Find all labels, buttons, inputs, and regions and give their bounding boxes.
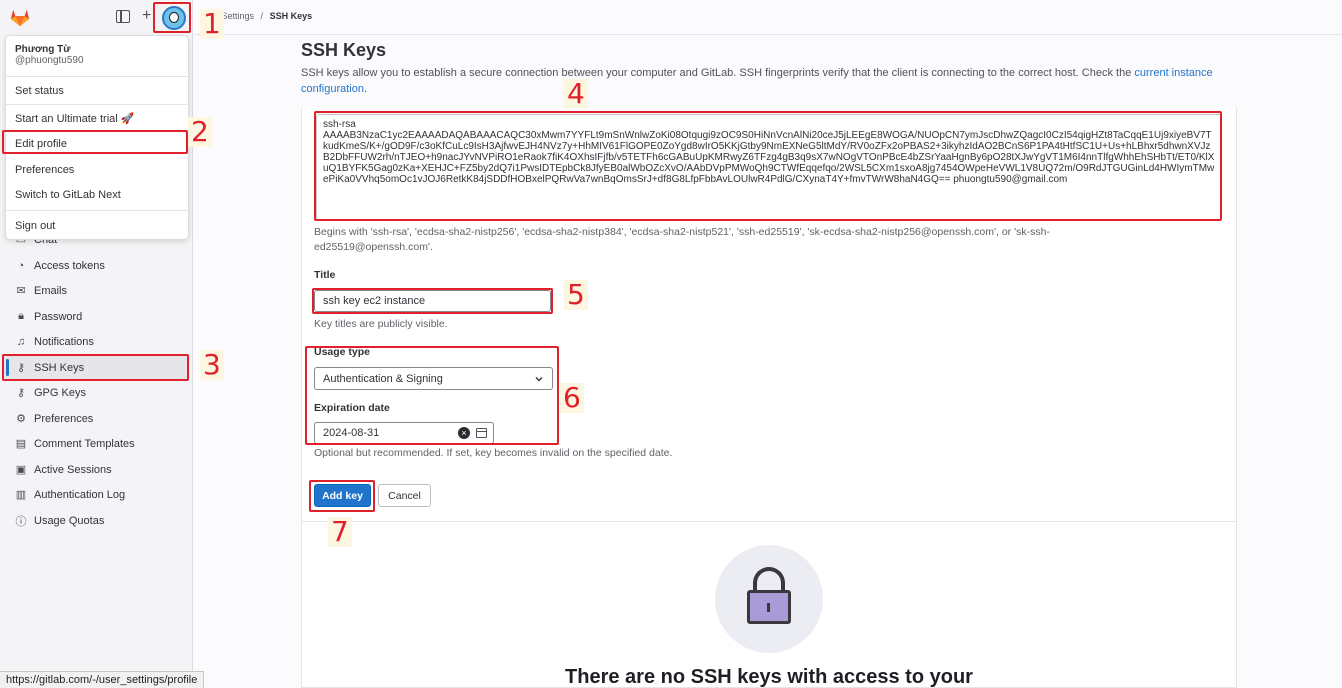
menu-divider xyxy=(6,210,190,211)
annotation-number-5: 5 xyxy=(564,280,588,310)
title-label: Title xyxy=(314,269,336,281)
menu-divider xyxy=(6,76,190,77)
annotation-number-6: 6 xyxy=(560,383,584,413)
sidebar-item-notifications[interactable]: ♫ Notifications xyxy=(4,329,188,354)
monitor-icon: ▣ xyxy=(15,464,27,476)
annotation-box-1 xyxy=(153,2,191,33)
token-icon: ◔ xyxy=(17,259,25,272)
status-bar-url: https://gitlab.com/-/user_settings/profi… xyxy=(0,671,205,688)
breadcrumb-current[interactable]: SSH Keys xyxy=(270,11,313,21)
page-title: SSH Keys xyxy=(301,40,387,60)
comment-icon: ▤ xyxy=(15,438,27,450)
user-handle[interactable]: @phuongtu590 xyxy=(15,55,84,66)
key-icon: ⚷ xyxy=(16,387,26,399)
page-description: SSH keys allow you to establish a secure… xyxy=(301,67,1213,95)
log-icon: ▥ xyxy=(15,489,27,501)
breadcrumb-separator: / xyxy=(260,11,264,21)
lock-icon: 🔒︎ xyxy=(18,310,24,322)
gitlab-logo-icon[interactable] xyxy=(9,7,31,27)
menu-item-switch-gitlab-next[interactable]: Switch to GitLab Next xyxy=(15,189,121,201)
annotation-number-4: 4 xyxy=(564,79,588,109)
annotation-box-7 xyxy=(309,480,375,512)
info-icon: ⓘ xyxy=(15,515,27,528)
sidebar-item-emails[interactable]: ✉ Emails xyxy=(4,278,188,303)
bell-icon: ♫ xyxy=(16,335,26,348)
annotation-box-6 xyxy=(305,346,559,445)
annotation-box-4 xyxy=(314,111,1222,221)
mail-icon: ✉ xyxy=(16,285,26,297)
sidebar-item-preferences[interactable]: ⚙ Preferences xyxy=(4,406,188,431)
plus-icon[interactable]: + xyxy=(142,7,151,25)
sidebar-toggle-icon[interactable] xyxy=(116,10,130,23)
annotation-box-5 xyxy=(312,288,553,314)
annotation-number-7: 7 xyxy=(328,517,352,547)
sidebar-item-authentication-log[interactable]: ▥ Authentication Log xyxy=(4,482,188,507)
header-divider xyxy=(194,34,1342,35)
empty-state-title: There are no SSH keys with access to you… xyxy=(565,666,973,688)
lock-illustration-icon xyxy=(715,545,823,653)
title-help-text: Key titles are publicly visible. xyxy=(314,318,448,330)
expiration-help-text: Optional but recommended. If set, key be… xyxy=(314,447,673,459)
lock-body xyxy=(747,590,791,624)
menu-item-sign-out[interactable]: Sign out xyxy=(15,220,55,232)
menu-item-set-status[interactable]: Set status xyxy=(15,85,64,97)
annotation-box-2 xyxy=(2,130,188,154)
preferences-icon: ⚙ xyxy=(16,413,26,425)
annotation-number-3: 3 xyxy=(200,350,224,380)
sidebar-item-usage-quotas[interactable]: ⓘ Usage Quotas xyxy=(4,508,188,533)
menu-divider xyxy=(6,104,190,105)
user-name[interactable]: Phương Từ xyxy=(15,44,70,55)
annotation-number-1: 1 xyxy=(200,9,224,39)
annotation-number-2: 2 xyxy=(188,117,212,147)
menu-item-ultimate-trial[interactable]: Start an Ultimate trial 🚀 xyxy=(15,112,134,125)
cancel-button[interactable]: Cancel xyxy=(378,484,431,507)
sidebar-item-password[interactable]: 🔒︎ Password xyxy=(4,304,188,329)
menu-item-preferences[interactable]: Preferences xyxy=(15,164,74,176)
sidebar-item-gpg-keys[interactable]: ⚷ GPG Keys xyxy=(4,380,188,405)
sidebar-item-access-tokens[interactable]: ◔ Access tokens xyxy=(4,253,188,278)
sidebar-item-comment-templates[interactable]: ▤ Comment Templates xyxy=(4,431,188,456)
annotation-box-3 xyxy=(2,354,189,381)
sidebar-item-active-sessions[interactable]: ▣ Active Sessions xyxy=(4,457,188,482)
key-help-text: Begins with 'ssh-rsa', 'ecdsa-sha2-nistp… xyxy=(314,226,1050,253)
